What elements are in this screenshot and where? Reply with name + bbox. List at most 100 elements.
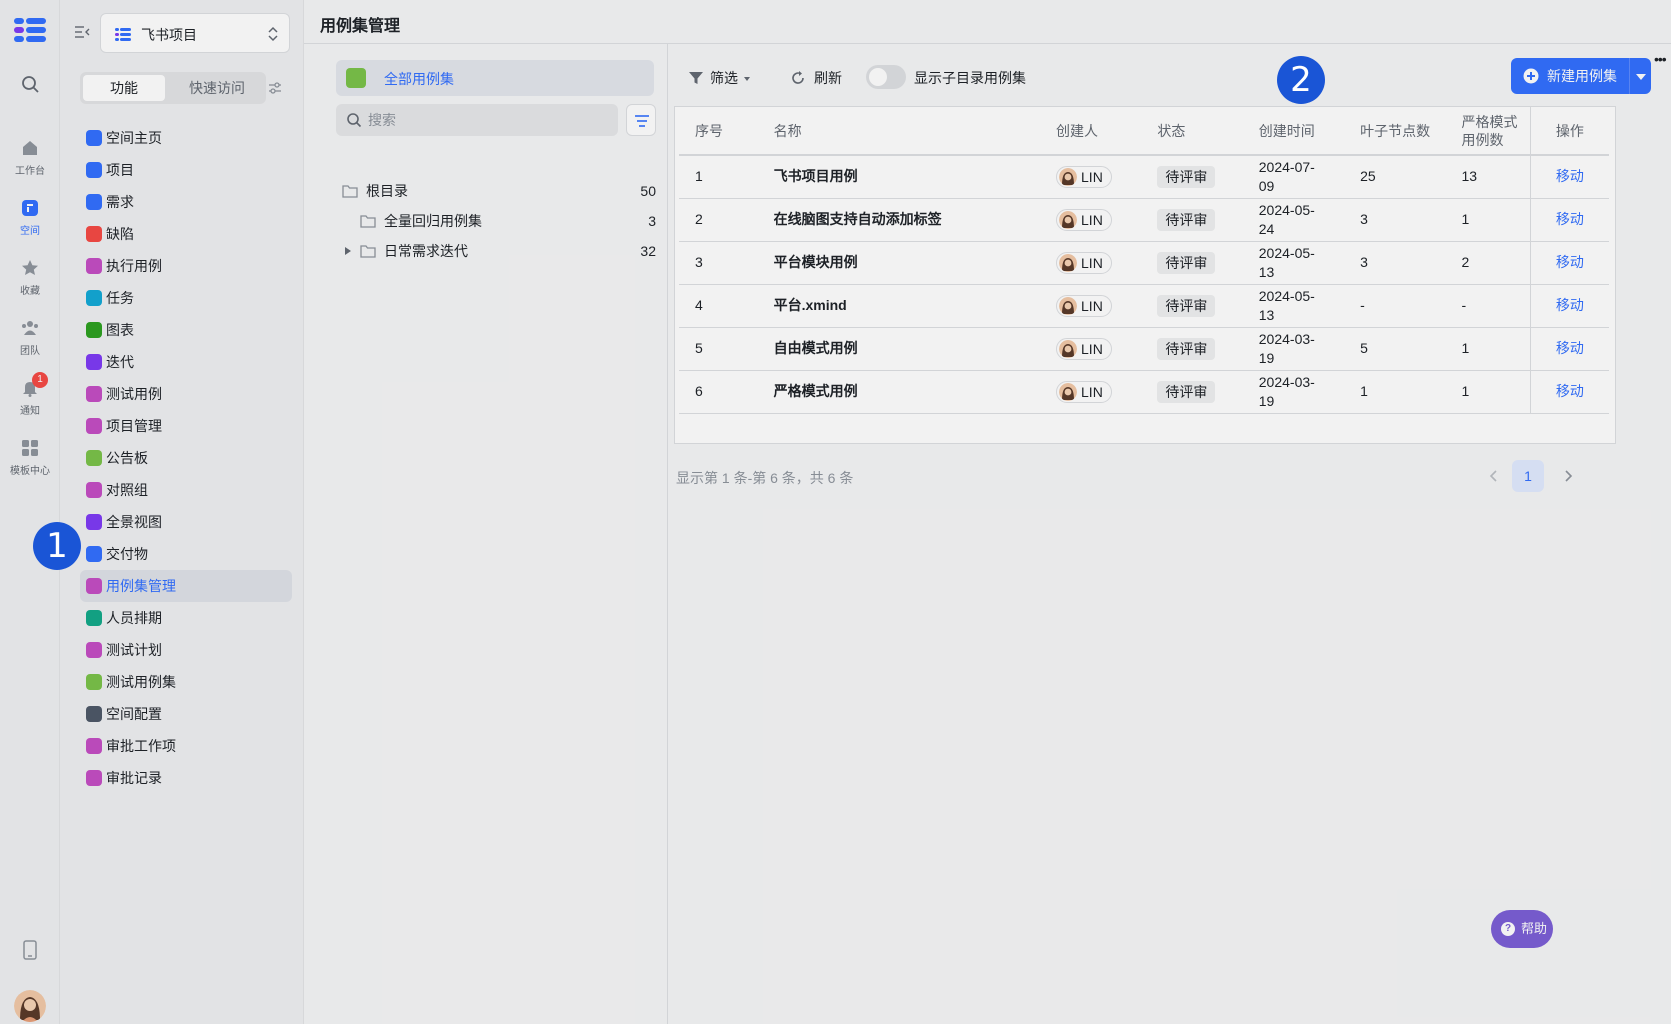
refresh-button[interactable]: 刷新: [790, 66, 842, 90]
table-row[interactable]: 1 飞书项目用例 LIN 待评审 2024-07-09 25 13 移动: [679, 155, 1609, 199]
rail-item-team[interactable]: 团队: [0, 318, 60, 357]
table-row[interactable]: 6 严格模式用例 LIN 待评审 2024-03-19 1 1 移动: [679, 370, 1609, 414]
collapse-sidebar-icon[interactable]: [74, 24, 90, 40]
sidebar-item[interactable]: 空间主页: [80, 122, 292, 154]
help-button[interactable]: ? 帮助: [1491, 910, 1553, 948]
move-link[interactable]: 移动: [1556, 297, 1584, 313]
sidebar-item[interactable]: 迭代: [80, 346, 292, 378]
tree-item-root[interactable]: 根目录 50: [336, 175, 656, 207]
move-link[interactable]: 移动: [1556, 340, 1584, 356]
tab-function[interactable]: 功能: [83, 75, 165, 101]
table-row[interactable]: 2 在线脑图支持自动添加标签 LIN 待评审 2024-05-24 3 1 移动: [679, 198, 1609, 242]
sidebar-item[interactable]: 图表: [80, 314, 292, 346]
cell-name[interactable]: 平台.xmind: [757, 284, 1041, 328]
table-row[interactable]: 5 自由模式用例 LIN 待评审 2024-03-19 5 1 移动: [679, 327, 1609, 371]
tree-item-daily-iteration[interactable]: 日常需求迭代 32: [336, 235, 656, 267]
col-header-creator: 创建人: [1040, 107, 1142, 156]
sidebar-item-label: 空间主页: [106, 130, 162, 146]
sidebar-item[interactable]: 测试用例集: [80, 666, 292, 698]
sidebar-item[interactable]: 项目管理: [80, 410, 292, 442]
sort-button[interactable]: [626, 104, 656, 136]
case-set-icon: [346, 68, 366, 88]
rail-item-favorites[interactable]: 收藏: [0, 258, 60, 297]
more-icon[interactable]: •••: [1654, 52, 1671, 66]
sidebar-item[interactable]: 人员排期: [80, 602, 292, 634]
cell-no: 5: [679, 327, 758, 371]
sidebar-item-label: 对照组: [106, 482, 148, 498]
rail-search[interactable]: [0, 74, 60, 98]
move-link[interactable]: 移动: [1556, 168, 1584, 184]
cell-leaf-count: 5: [1344, 327, 1446, 371]
cell-no: 3: [679, 241, 758, 285]
creator-chip[interactable]: LIN: [1056, 380, 1112, 403]
sidebar-item[interactable]: 需求: [80, 186, 292, 218]
show-subdir-toggle[interactable]: [866, 65, 906, 89]
sidebar-item[interactable]: 测试计划: [80, 634, 292, 666]
sidebar-item[interactable]: 用例集管理: [80, 570, 292, 602]
rail-item-workbench[interactable]: 工作台: [0, 138, 60, 177]
creator-chip[interactable]: LIN: [1056, 337, 1112, 360]
cell-no: 6: [679, 370, 758, 414]
sidebar-item[interactable]: 交付物: [80, 538, 292, 570]
sidebar-item[interactable]: 项目: [80, 154, 292, 186]
cell-status: 待评审: [1141, 155, 1243, 199]
sidebar-item-label: 交付物: [106, 546, 148, 562]
cell-status: 待评审: [1141, 370, 1243, 414]
rail-item-templates[interactable]: 模板中心: [0, 438, 60, 477]
sidebar-item[interactable]: 测试用例: [80, 378, 292, 410]
sidebar-item[interactable]: 公告板: [80, 442, 292, 474]
case-set-tree-panel: 全部用例集 根目录 50 全量回归用例集 3 日常需求迭代 32: [304, 44, 668, 1024]
tree-item-regression[interactable]: 全量回归用例集 3: [336, 205, 656, 237]
app-logo-icon[interactable]: [14, 16, 46, 44]
space-name: 飞书项目: [141, 27, 197, 43]
adjust-icon[interactable]: [267, 80, 283, 96]
move-link[interactable]: 移动: [1556, 211, 1584, 227]
sidebar-item[interactable]: 执行用例: [80, 250, 292, 282]
creator-chip[interactable]: LIN: [1056, 251, 1112, 274]
move-link[interactable]: 移动: [1556, 254, 1584, 270]
page-current[interactable]: 1: [1512, 460, 1544, 492]
new-case-set-button[interactable]: 新建用例集: [1511, 58, 1629, 94]
space-selector[interactable]: 飞书项目: [100, 13, 290, 53]
sidebar-item[interactable]: 审批工作项: [80, 730, 292, 762]
cell-strict-count: 1: [1445, 198, 1531, 242]
toggle-knob: [869, 68, 887, 86]
sidebar-item[interactable]: 对照组: [80, 474, 292, 506]
cell-name[interactable]: 飞书项目用例: [757, 155, 1041, 199]
creator-chip[interactable]: LIN: [1056, 294, 1112, 317]
tab-quick-access[interactable]: 快速访问: [170, 75, 264, 101]
cell-leaf-count: 1: [1344, 370, 1446, 414]
expand-arrow-icon[interactable]: [344, 246, 352, 256]
cell-name[interactable]: 在线脑图支持自动添加标签: [757, 198, 1041, 242]
tree-search-input[interactable]: [368, 104, 608, 136]
show-subdir-label: 显示子目录用例集: [914, 70, 1026, 86]
cell-creator: LIN: [1040, 327, 1142, 371]
rail-item-space[interactable]: 空间: [0, 198, 60, 237]
table-row[interactable]: 3 平台模块用例 LIN 待评审 2024-05-13 3 2 移动: [679, 241, 1609, 285]
cell-actions: 移动: [1529, 155, 1609, 199]
creator-chip[interactable]: LIN: [1056, 208, 1112, 231]
filter-button[interactable]: 筛选: [688, 66, 750, 90]
all-case-sets-item[interactable]: 全部用例集: [336, 60, 654, 96]
creator-chip[interactable]: LIN: [1056, 165, 1112, 188]
cell-name[interactable]: 平台模块用例: [757, 241, 1041, 285]
move-link[interactable]: 移动: [1556, 383, 1584, 399]
sidebar-item[interactable]: 任务: [80, 282, 292, 314]
star-icon: [22, 260, 38, 275]
sidebar-item[interactable]: 全景视图: [80, 506, 292, 538]
sidebar-item[interactable]: 审批记录: [80, 762, 292, 794]
new-case-set-dropdown[interactable]: [1629, 58, 1651, 94]
cell-name[interactable]: 自由模式用例: [757, 327, 1041, 371]
chevron-right-icon[interactable]: [1560, 468, 1576, 484]
user-avatar[interactable]: [14, 990, 46, 1022]
sidebar-item[interactable]: 空间配置: [80, 698, 292, 730]
mobile-icon[interactable]: [22, 940, 38, 960]
chevron-left-icon[interactable]: [1486, 468, 1502, 484]
col-header-strict-count: 严格模式用例数: [1445, 107, 1531, 156]
sidebar-item[interactable]: 缺陷: [80, 218, 292, 250]
rail-item-notifications[interactable]: 通知 1: [0, 372, 60, 417]
cell-leaf-count: 3: [1344, 241, 1446, 285]
table-row[interactable]: 4 平台.xmind LIN 待评审 2024-05-13- - 移动: [679, 284, 1609, 328]
cell-name[interactable]: 严格模式用例: [757, 370, 1041, 414]
cell-creator: LIN: [1040, 155, 1142, 199]
